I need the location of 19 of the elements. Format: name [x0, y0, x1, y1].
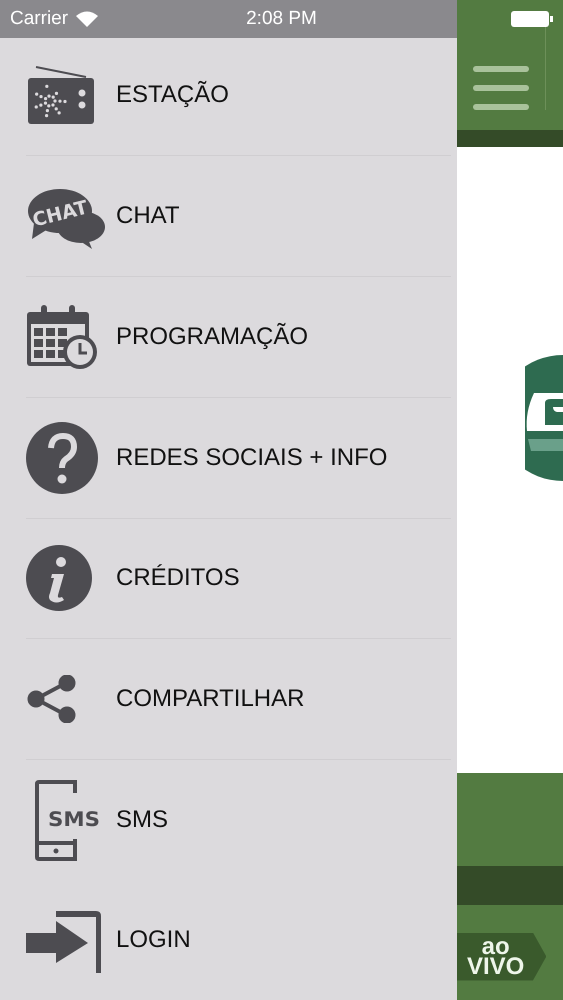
live-badge[interactable]: ao VIVO	[457, 932, 546, 980]
menu-item[interactable]: PROGRAMAÇÃO	[26, 276, 451, 398]
wifi-icon	[76, 11, 98, 27]
question-icon	[26, 422, 98, 494]
calendar-clock-icon	[26, 304, 98, 370]
menu-item[interactable]: ESTAÇÃO	[26, 36, 451, 156]
clock-time: 2:08 PM	[246, 8, 317, 30]
radio-icon	[26, 65, 96, 126]
menu-item[interactable]: CRÉDITOS	[26, 518, 451, 640]
battery-icon	[511, 11, 553, 27]
menu-item[interactable]: CHAT CHAT	[26, 156, 451, 277]
menu-item[interactable]: COMPARTILHAR	[26, 639, 451, 760]
menu-button[interactable]	[473, 66, 529, 110]
menu-item[interactable]: SMS SMS	[26, 760, 451, 880]
carrier-name: Carrier	[10, 8, 68, 30]
menu-item[interactable]: REDES SOCIAIS + INFO	[26, 398, 451, 519]
share-icon	[26, 675, 78, 724]
info-icon	[26, 545, 92, 612]
menu-item[interactable]: LOGIN	[26, 880, 451, 1000]
